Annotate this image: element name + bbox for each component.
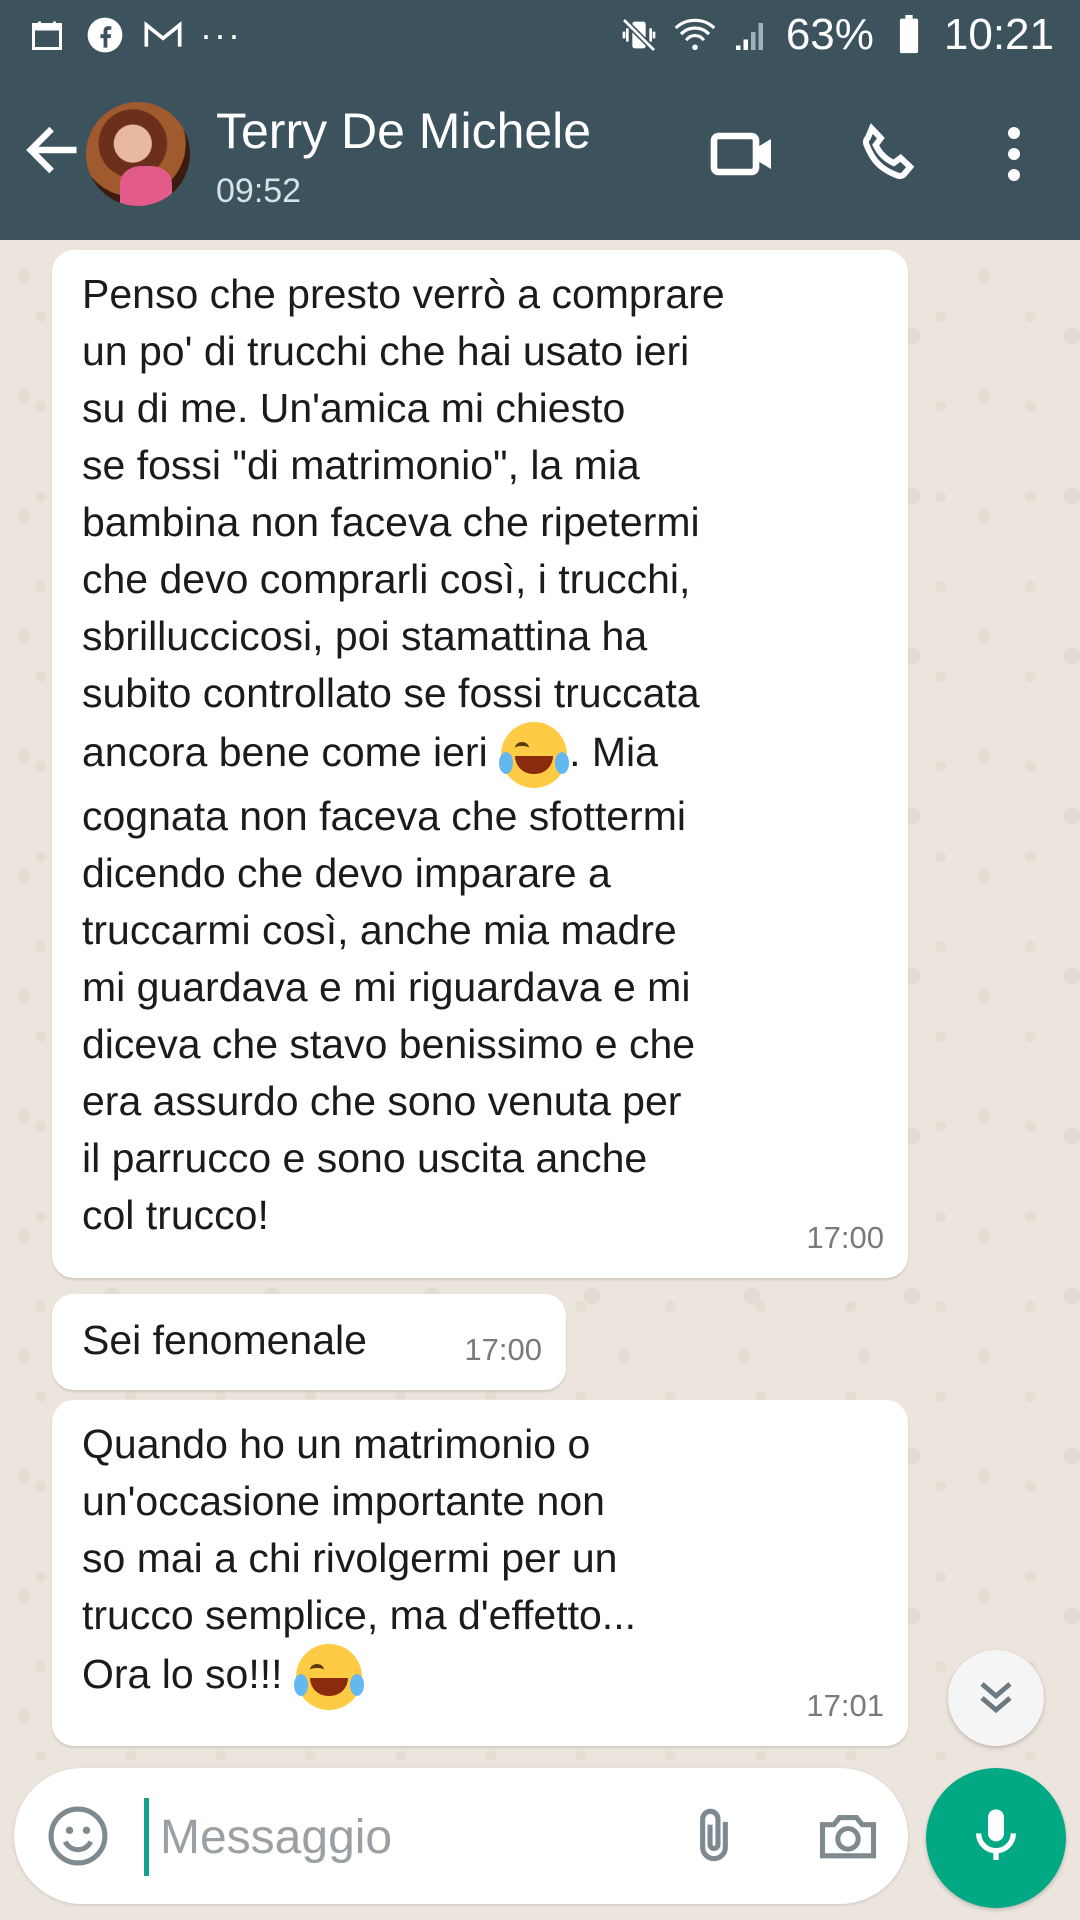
message-composer [14,1768,908,1904]
more-notifications-indicator: ··· [200,14,242,55]
microphone-icon [964,1804,1028,1873]
scroll-to-bottom-button[interactable] [948,1650,1044,1746]
video-call-icon[interactable] [708,118,780,190]
message-text: Penso che presto verrò a comprare un po'… [82,271,725,775]
message-text-continued: . Mia cognata non faceva che sfottermi d… [82,728,696,1238]
facebook-icon [84,14,126,56]
mute-vibrate-icon [618,14,660,56]
chat-messages-area[interactable]: Penso che presto verrò a comprare un po'… [0,240,1080,1760]
battery-percentage: 63% [785,10,874,59]
camera-icon[interactable] [814,1802,882,1870]
clock: 10:21 [943,10,1054,59]
message-input[interactable] [158,1796,662,1878]
calendar-icon [26,14,68,56]
wifi-icon [674,14,716,56]
message-time: 17:00 [464,1332,542,1367]
incoming-message[interactable]: Sei fenomenale 17:00 [52,1294,566,1390]
double-chevron-down-icon [972,1672,1020,1725]
signal-icon [730,14,772,56]
message-text: Quando ho un matrimonio o un'occasione i… [82,1421,636,1697]
battery-icon [888,14,930,56]
tears-of-joy-emoji-icon [293,1644,364,1710]
text-cursor [144,1798,149,1876]
back-arrow-icon[interactable] [20,118,84,182]
incoming-message[interactable]: Quando ho un matrimonio o un'occasione i… [52,1400,908,1746]
contact-name[interactable]: Terry De Michele [216,102,591,160]
voice-message-button[interactable] [926,1768,1066,1908]
incoming-message[interactable]: Penso che presto verrò a comprare un po'… [52,250,908,1278]
attach-icon[interactable] [680,1802,748,1870]
tears-of-joy-emoji-icon [499,722,570,788]
status-bar: ··· 63% 10:21 [0,0,1080,72]
emoji-icon[interactable] [44,1802,112,1870]
phone-call-icon[interactable] [852,118,924,190]
more-options-icon[interactable] [978,118,1050,190]
avatar[interactable] [86,102,190,206]
chat-header: Terry De Michele 09:52 [0,72,1080,240]
gmail-icon [142,14,184,56]
last-seen: 09:52 [216,172,302,210]
message-time: 17:01 [806,1688,884,1723]
message-time: 17:00 [806,1220,884,1255]
message-text: Sei fenomenale [82,1317,367,1363]
